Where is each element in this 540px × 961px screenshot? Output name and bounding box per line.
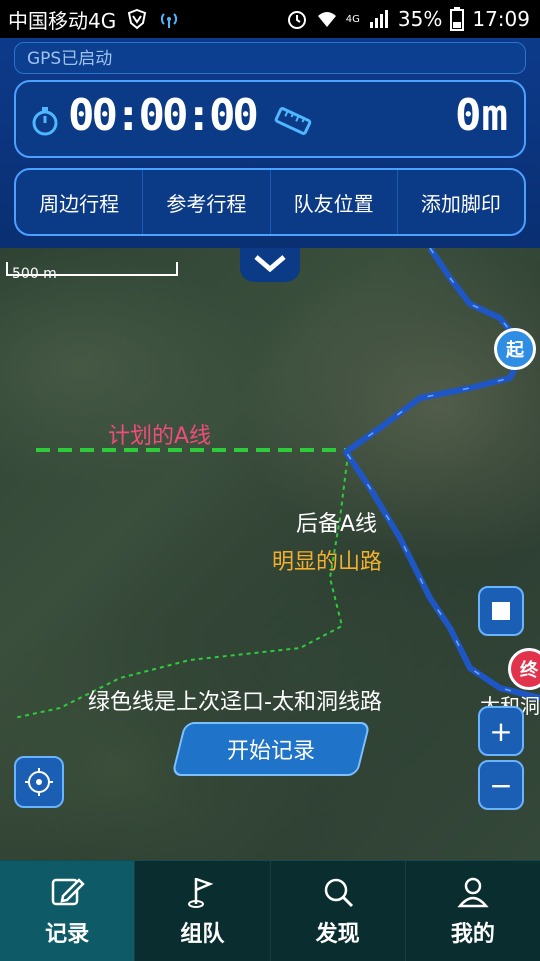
zoom-in-button[interactable]: + <box>478 706 524 756</box>
nav-team[interactable]: 组队 <box>135 861 271 961</box>
flag-icon <box>188 877 214 908</box>
gps-status-bar: GPS已启动 <box>14 42 526 74</box>
zoom-out-button[interactable]: − <box>478 760 524 810</box>
edit-icon <box>51 878 85 906</box>
tab-nearby-trips[interactable]: 周边行程 <box>16 170 144 234</box>
status-bar: 中国移动4G 4G 35% 17:09 <box>0 0 540 38</box>
label-backup-line: 后备A线 <box>296 512 378 537</box>
signal-icon <box>369 10 388 28</box>
wifi-icon <box>317 12 336 27</box>
locate-icon <box>25 768 53 796</box>
collapse-panel-button[interactable] <box>240 248 300 282</box>
ruler-icon <box>274 107 312 135</box>
start-marker[interactable]: 起 <box>494 328 536 370</box>
tab-add-footprint[interactable]: 添加脚印 <box>398 170 524 234</box>
tracker-stats: 00:00:00 0m <box>14 80 526 158</box>
user-icon <box>457 877 489 908</box>
carrier-label: 中国移动4G <box>8 8 117 33</box>
stop-layer-button[interactable] <box>478 586 524 636</box>
nav-record-label: 记录 <box>45 922 90 947</box>
alarm-icon <box>287 11 306 29</box>
search-icon <box>324 878 353 908</box>
nav-record[interactable]: 记录 <box>0 861 136 961</box>
label-obvious-road: 明显的山路 <box>272 550 383 575</box>
distance-value: 0m <box>455 90 508 141</box>
former-route-line <box>13 453 349 719</box>
bottom-nav: 记录 组队 发现 我的 <box>0 860 540 961</box>
label-planned-line: 计划的A线 <box>108 424 212 449</box>
network-type: 4G <box>345 13 360 25</box>
locate-button[interactable] <box>14 756 64 808</box>
clock: 17:09 <box>472 7 530 31</box>
vpn-shield-icon <box>128 8 147 30</box>
nav-mine-label: 我的 <box>450 922 495 947</box>
elapsed-time: 00:00:00 <box>68 90 259 141</box>
label-route-note: 绿色线是上次迳口-太和洞线路 <box>88 690 382 715</box>
square-icon <box>492 602 510 620</box>
nav-discover-label: 发现 <box>315 922 360 947</box>
tab-reference-trips[interactable]: 参考行程 <box>143 170 271 234</box>
battery-icon <box>450 7 465 31</box>
start-record-button[interactable]: 开始记录 <box>171 722 371 776</box>
map-scale-label: 500 m <box>12 266 57 282</box>
nav-mine[interactable]: 我的 <box>406 861 540 961</box>
battery-percent: 35% <box>397 7 443 31</box>
tab-teammate-location[interactable]: 队友位置 <box>271 170 398 234</box>
nav-team-label: 组队 <box>180 922 225 947</box>
map-view[interactable]: 500 m 计划的A线 后备A线 明显的山路 绿色线是上次迳口-太和洞线路 太和… <box>0 248 540 860</box>
action-tabs: 周边行程 参考行程 队友位置 添加脚印 <box>14 168 526 236</box>
stopwatch-icon <box>32 107 58 136</box>
hotspot-icon <box>161 13 178 28</box>
nav-discover[interactable]: 发现 <box>271 861 406 961</box>
chevron-down-icon <box>254 255 286 273</box>
tracker-panel: GPS已启动 00:00:00 0m 周边行程 参考行程 队友位置 添加脚印 <box>0 38 540 248</box>
start-record-label: 开始记录 <box>226 739 315 764</box>
